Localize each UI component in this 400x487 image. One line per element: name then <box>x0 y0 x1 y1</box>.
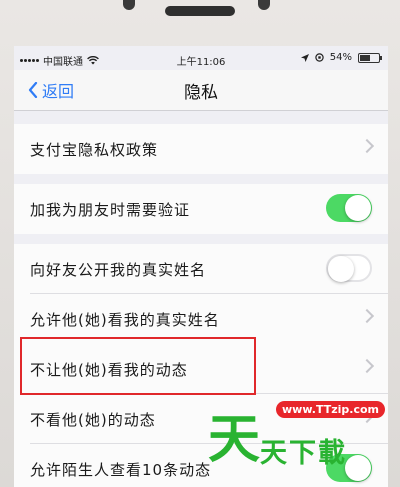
watermark-logo-char: 天 <box>208 410 261 470</box>
navigation-bar: 返回 隐私 <box>14 70 388 111</box>
settings-row-label: 加我为朋友时需要验证 <box>30 200 191 219</box>
location-arrow-icon <box>300 53 309 62</box>
settings-row-alipay-privacy-policy[interactable]: 支付宝隐私权政策 <box>14 124 388 174</box>
settings-row-show-real-name: 向好友公开我的真实姓名 <box>14 244 388 294</box>
bezel-notch-right <box>258 0 270 10</box>
watermark-text: 天下載 <box>260 438 347 469</box>
chevron-right-icon <box>359 358 375 374</box>
settings-row-friend-verification: 加我为朋友时需要验证 <box>14 184 388 234</box>
toggle-knob <box>328 256 354 282</box>
earpiece-speaker <box>165 6 235 16</box>
highlight-box <box>20 337 256 395</box>
settings-row-label: 支付宝隐私权政策 <box>30 140 159 159</box>
status-bar-right: 54% <box>300 52 382 63</box>
friend-verification-toggle[interactable] <box>326 194 372 222</box>
orientation-lock-icon <box>315 53 324 62</box>
toggle-knob <box>345 195 371 221</box>
show-real-name-toggle[interactable] <box>326 254 372 282</box>
watermark-url: www.TTzip.com <box>276 401 385 418</box>
settings-row-label: 向好友公开我的真实姓名 <box>30 260 207 279</box>
settings-row-label: 允许他(她)看我的真实姓名 <box>30 310 220 329</box>
battery-percent: 54% <box>329 52 352 63</box>
chevron-right-icon <box>359 138 375 154</box>
status-bar: 中国联通 上午11:06 54% <box>14 46 388 70</box>
settings-row-label: 允许陌生人查看10条动态 <box>30 460 212 479</box>
chevron-right-icon <box>359 308 375 324</box>
battery-icon <box>358 52 382 63</box>
bezel-notch-left <box>123 0 135 10</box>
site-watermark: 天 www.TTzip.com 天下載 <box>208 395 400 487</box>
page-title: 隐私 <box>184 83 218 103</box>
settings-row-label: 不看他(她)的动态 <box>30 410 156 429</box>
